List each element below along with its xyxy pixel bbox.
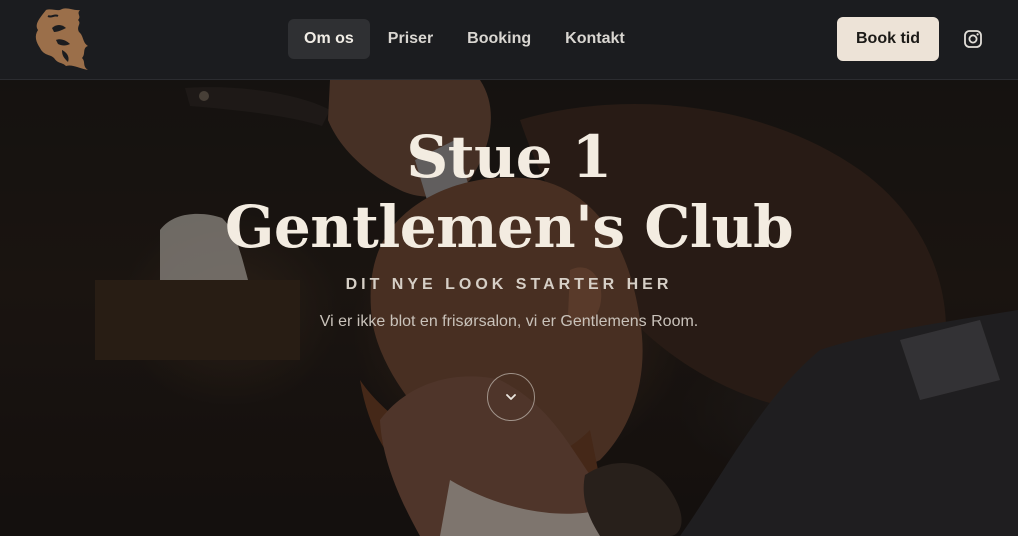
hero-title-line-1: Stue 1 xyxy=(406,123,612,191)
site-header: Om os Priser Booking Kontakt Book tid xyxy=(0,0,1018,80)
instagram-icon[interactable] xyxy=(963,29,983,49)
nav-item-booking[interactable]: Booking xyxy=(451,19,547,59)
main-nav: Om os Priser Booking Kontakt xyxy=(288,19,641,59)
scroll-down-button[interactable] xyxy=(487,373,535,421)
book-appointment-button[interactable]: Book tid xyxy=(837,17,939,61)
nav-item-om-os[interactable]: Om os xyxy=(288,19,370,59)
bearded-man-logo-icon xyxy=(35,8,88,70)
chevron-down-icon xyxy=(506,394,516,400)
nav-item-priser[interactable]: Priser xyxy=(372,19,449,59)
hero-tagline: DIT NYE LOOK STARTER HER xyxy=(345,276,673,293)
hero-section: Stue 1 Gentlemen's Club DIT NYE LOOK STA… xyxy=(0,80,1018,536)
nav-item-kontakt[interactable]: Kontakt xyxy=(549,19,641,59)
logo[interactable] xyxy=(32,6,94,72)
hero-title-line-2: Gentlemen's Club xyxy=(224,193,794,261)
hero-subtitle: Vi er ikke blot en frisørsalon, vi er Ge… xyxy=(319,313,699,330)
hero-title: Stue 1 Gentlemen's Club xyxy=(0,122,1018,262)
